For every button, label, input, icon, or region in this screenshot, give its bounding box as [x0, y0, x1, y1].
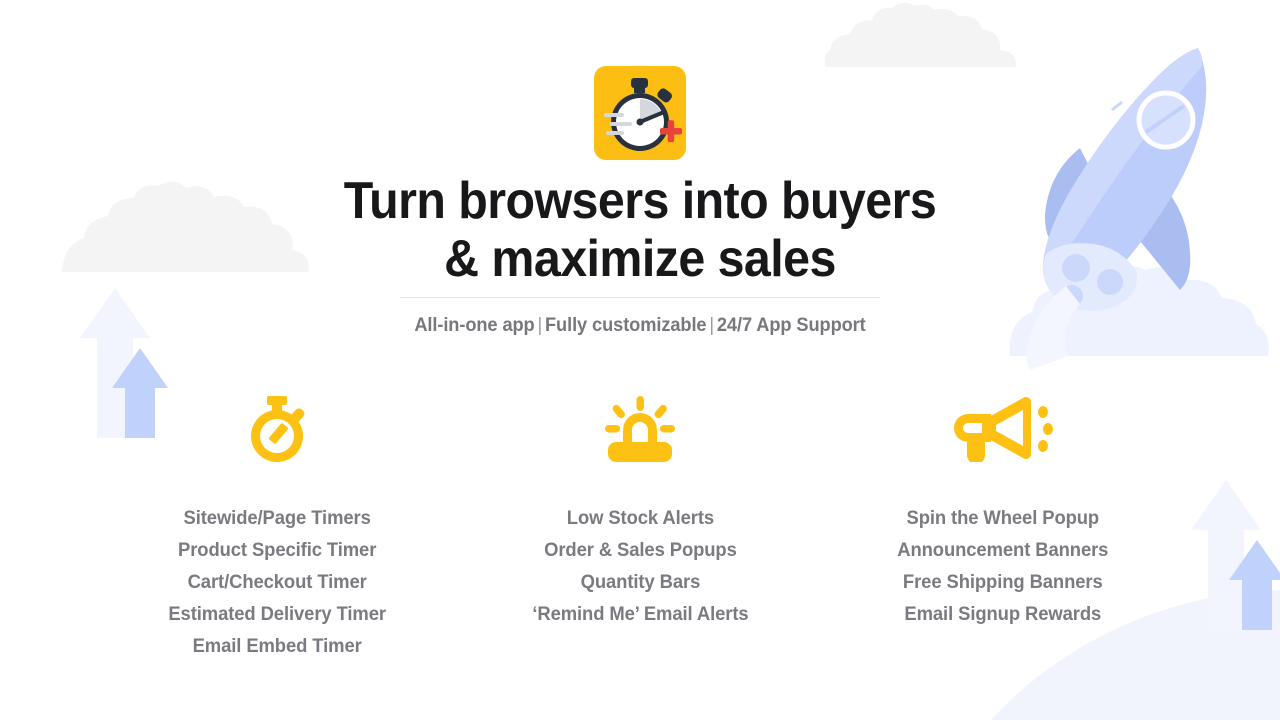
- megaphone-icon: [951, 396, 1055, 462]
- subtitle-separator-1: |: [537, 315, 543, 336]
- list-item: Email Embed Timer: [192, 636, 362, 657]
- list-item: Spin the Wheel Popup: [906, 508, 1100, 529]
- app-icon: [594, 66, 686, 160]
- subtitle-part-3: 24/7 App Support: [716, 315, 866, 336]
- feature-columns: Sitewide/Page Timers Product Specific Ti…: [0, 396, 1280, 663]
- stopwatch-app-icon: [594, 66, 686, 160]
- hero-line-2: & maximize sales: [444, 230, 836, 288]
- list-item: Low Stock Alerts: [566, 508, 714, 529]
- subtitle-part-2: Fully customizable: [545, 315, 707, 336]
- list-item: Email Signup Rewards: [904, 604, 1102, 625]
- feature-column-timers: Sitewide/Page Timers Product Specific Ti…: [96, 396, 459, 663]
- feature-list-alerts: Low Stock Alerts Order & Sales Popups Qu…: [529, 503, 752, 631]
- feature-column-promotions: Spin the Wheel Popup Announcement Banner…: [822, 396, 1185, 631]
- feature-list-timers: Sitewide/Page Timers Product Specific Ti…: [165, 503, 389, 663]
- list-item: Free Shipping Banners: [903, 572, 1103, 593]
- subtitle-tagline: All-in-one app | Fully customizable | 24/7 A…: [26, 315, 1255, 337]
- divider: [400, 297, 880, 298]
- subtitle-separator-2: |: [709, 315, 714, 336]
- hero-line-1: Turn browsers into buyers: [343, 172, 937, 230]
- list-item: Cart/Checkout Timer: [187, 572, 367, 593]
- siren-alert-icon: [605, 396, 675, 462]
- list-item: Order & Sales Popups: [543, 540, 737, 561]
- stopwatch-icon: [243, 396, 311, 462]
- list-item: ‘Remind Me’ Email Alerts: [531, 604, 749, 625]
- feature-list-promotions: Spin the Wheel Popup Announcement Banner…: [894, 503, 1112, 631]
- subtitle-part-1: All-in-one app: [414, 315, 535, 336]
- feature-column-alerts: Low Stock Alerts Order & Sales Popups Qu…: [459, 396, 822, 631]
- list-item: Quantity Bars: [580, 572, 700, 593]
- list-item: Announcement Banners: [897, 540, 1109, 561]
- list-item: Sitewide/Page Timers: [183, 508, 371, 529]
- list-item: Product Specific Timer: [177, 540, 377, 561]
- hero-heading: Turn browsers into buyers & maximize sal…: [0, 172, 1280, 288]
- list-item: Estimated Delivery Timer: [168, 604, 386, 625]
